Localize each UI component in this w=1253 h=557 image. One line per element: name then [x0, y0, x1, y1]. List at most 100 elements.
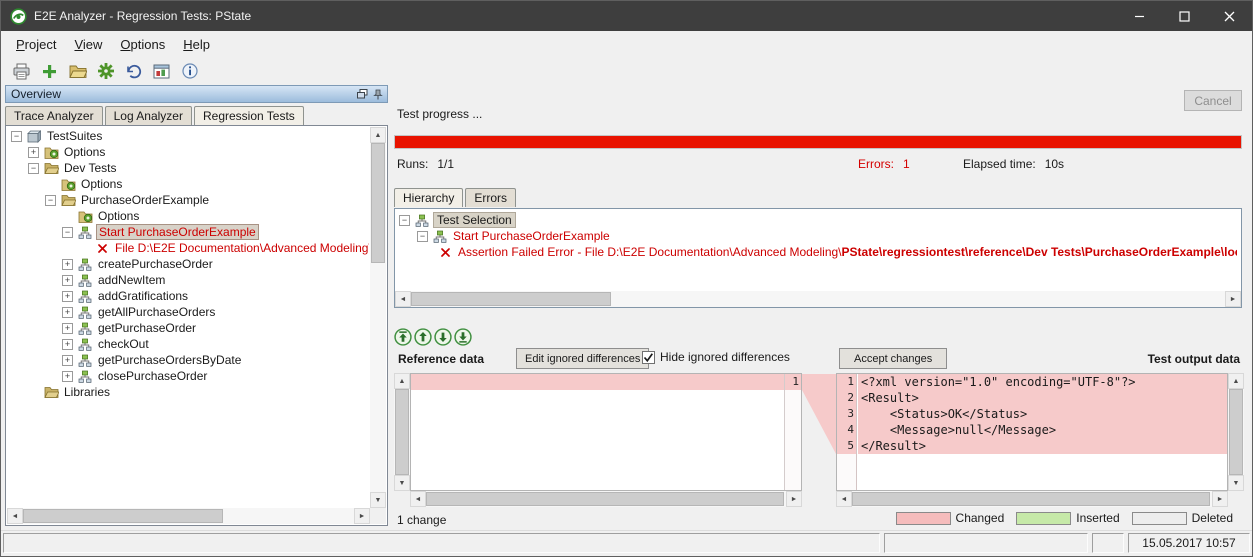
close-button[interactable]: [1207, 1, 1252, 31]
collapse-icon[interactable]: −: [62, 227, 73, 238]
tree-item-options[interactable]: Options: [7, 176, 369, 192]
float-panel-icon[interactable]: [357, 89, 368, 99]
cancel-button[interactable]: Cancel: [1184, 90, 1242, 111]
collapse-icon[interactable]: −: [417, 231, 428, 242]
scroll-up-icon[interactable]: ▲: [394, 373, 410, 389]
expand-icon[interactable]: +: [62, 259, 73, 270]
scroll-down-icon[interactable]: ▼: [370, 492, 386, 508]
hierarchy-test-row[interactable]: − Start PurchaseOrderExample: [417, 228, 612, 244]
scroll-right-icon[interactable]: ►: [1225, 291, 1241, 307]
scrollbar-thumb[interactable]: [23, 509, 223, 523]
hierarchy-error-row[interactable]: Assertion Failed Error - File D:\E2E Doc…: [437, 244, 1237, 260]
reference-pane: ▲▼ 1 ◄►: [394, 373, 802, 507]
tree-item-dev-tests[interactable]: −Dev Tests: [7, 160, 369, 176]
tree-item-options[interactable]: Options: [7, 208, 369, 224]
settings-gear-icon[interactable]: [95, 61, 116, 82]
reference-horizontal-scrollbar[interactable]: ◄►: [410, 491, 802, 507]
tree-item-closepurchaseorder[interactable]: +closePurchaseOrder: [7, 368, 369, 384]
menu-view[interactable]: View: [65, 34, 111, 55]
scrollbar-thumb[interactable]: [371, 143, 385, 263]
nav-last-diff-button[interactable]: [454, 328, 472, 346]
scrollbar-thumb[interactable]: [426, 492, 784, 506]
expand-icon[interactable]: +: [62, 275, 73, 286]
scroll-right-icon[interactable]: ►: [786, 491, 802, 507]
tree-item-addgratifications[interactable]: +addGratifications: [7, 288, 369, 304]
tree-item-testsuites[interactable]: −TestSuites: [7, 128, 369, 144]
scroll-down-icon[interactable]: ▼: [394, 475, 410, 491]
collapse-icon[interactable]: −: [28, 163, 39, 174]
scrollbar-thumb[interactable]: [411, 292, 611, 306]
tree-item-start-purchaseorderexample[interactable]: −Start PurchaseOrderExample: [7, 224, 369, 240]
tab-regression-tests[interactable]: Regression Tests: [194, 106, 304, 125]
menu-help[interactable]: Help: [174, 34, 219, 55]
scroll-up-icon[interactable]: ▲: [1228, 373, 1244, 389]
expand-icon[interactable]: +: [62, 291, 73, 302]
collapse-icon[interactable]: −: [45, 195, 56, 206]
expand-icon[interactable]: +: [28, 147, 39, 158]
tree-item-checkout[interactable]: +checkOut: [7, 336, 369, 352]
tree-vertical-scrollbar[interactable]: ▲▼: [370, 127, 386, 508]
menu-options[interactable]: Options: [111, 34, 174, 55]
tree-horizontal-scrollbar[interactable]: ◄►: [7, 508, 370, 524]
report-icon[interactable]: [151, 61, 172, 82]
scroll-left-icon[interactable]: ◄: [410, 491, 426, 507]
collapse-icon[interactable]: −: [399, 215, 410, 226]
tab-errors[interactable]: Errors: [465, 188, 516, 207]
undo-icon[interactable]: [123, 61, 144, 82]
expand-icon[interactable]: +: [62, 371, 73, 382]
scrollbar-thumb[interactable]: [1229, 389, 1243, 475]
scroll-left-icon[interactable]: ◄: [836, 491, 852, 507]
collapse-icon[interactable]: −: [11, 131, 22, 142]
hierarchy-horizontal-scrollbar[interactable]: ◄►: [395, 291, 1241, 307]
nav-first-diff-button[interactable]: [394, 328, 412, 346]
expand-icon[interactable]: +: [62, 355, 73, 366]
accept-changes-button[interactable]: Accept changes: [839, 348, 947, 369]
output-horizontal-scrollbar[interactable]: ◄►: [836, 491, 1228, 507]
output-vertical-scrollbar[interactable]: ▲▼: [1228, 373, 1244, 491]
pin-icon[interactable]: [373, 89, 383, 100]
tree-item-getpurchaseorder[interactable]: +getPurchaseOrder: [7, 320, 369, 336]
nav-next-diff-button[interactable]: [434, 328, 452, 346]
scroll-left-icon[interactable]: ◄: [7, 508, 23, 524]
scroll-right-icon[interactable]: ►: [1212, 491, 1228, 507]
tree-item-file-d-e2e-documentation-advanced-modeling[interactable]: File D:\E2E Documentation\Advanced Model…: [7, 240, 369, 256]
add-icon[interactable]: [39, 61, 60, 82]
maximize-button[interactable]: [1162, 1, 1207, 31]
nav-prev-diff-button[interactable]: [414, 328, 432, 346]
tab-log-analyzer[interactable]: Log Analyzer: [105, 106, 192, 125]
scrollbar-thumb[interactable]: [852, 492, 1210, 506]
reference-vertical-scrollbar[interactable]: ▲▼: [394, 373, 410, 491]
tree-item-createpurchaseorder[interactable]: +createPurchaseOrder: [7, 256, 369, 272]
scrollbar-thumb[interactable]: [395, 389, 409, 475]
runs-value: 1/1: [437, 157, 454, 171]
info-icon[interactable]: [179, 61, 200, 82]
tree-item-libraries[interactable]: Libraries: [7, 384, 369, 400]
menu-project[interactable]: Project: [7, 34, 65, 55]
progress-bar: [394, 135, 1242, 149]
minimize-button[interactable]: [1117, 1, 1162, 31]
tree-item-addnewitem[interactable]: +addNewItem: [7, 272, 369, 288]
scroll-up-icon[interactable]: ▲: [370, 127, 386, 143]
edit-ignored-differences-button[interactable]: Edit ignored differences: [516, 348, 649, 369]
tab-hierarchy[interactable]: Hierarchy: [394, 188, 463, 207]
tree-item-getallpurchaseorders[interactable]: +getAllPurchaseOrders: [7, 304, 369, 320]
expand-icon[interactable]: +: [62, 323, 73, 334]
scroll-right-icon[interactable]: ►: [354, 508, 370, 524]
tab-trace-analyzer[interactable]: Trace Analyzer: [5, 106, 103, 125]
datetime-value: 15.05.2017 10:57: [1142, 536, 1235, 550]
tree-item-getpurchaseordersbydate[interactable]: +getPurchaseOrdersByDate: [7, 352, 369, 368]
expand-icon[interactable]: +: [62, 339, 73, 350]
code-line: </Result>: [858, 438, 1227, 454]
expand-icon[interactable]: +: [62, 307, 73, 318]
tree-item-options[interactable]: + Options: [7, 144, 369, 160]
scroll-down-icon[interactable]: ▼: [1228, 475, 1244, 491]
open-folder-icon[interactable]: [67, 61, 88, 82]
tree-item-purchaseorderexample[interactable]: −PurchaseOrderExample: [7, 192, 369, 208]
hide-ignored-label[interactable]: Hide ignored differences: [660, 350, 790, 364]
hide-ignored-checkbox[interactable]: [642, 351, 655, 364]
legend-swatch-deleted: [1132, 512, 1187, 525]
hierarchy-root-row[interactable]: − Test Selection: [399, 212, 516, 228]
tree-item-label: Options: [62, 145, 107, 159]
print-icon[interactable]: [11, 61, 32, 82]
scroll-left-icon[interactable]: ◄: [395, 291, 411, 307]
